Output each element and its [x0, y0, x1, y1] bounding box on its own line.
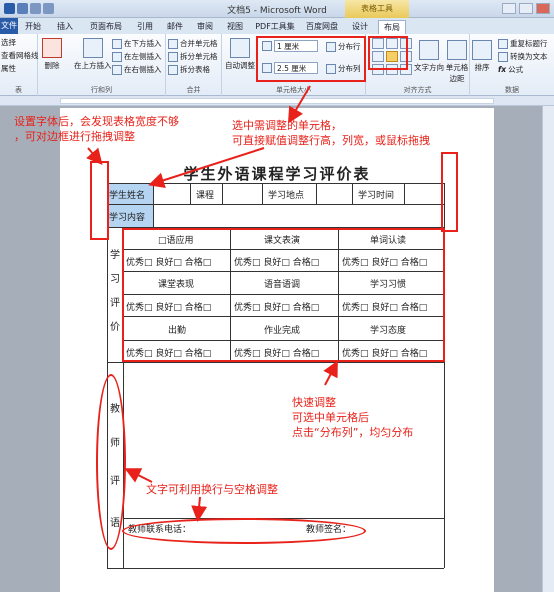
insert-right-button[interactable]: 在右侧插入: [112, 64, 162, 75]
tab-file[interactable]: 文件: [0, 18, 18, 34]
group-label-merge: 合并: [186, 86, 201, 94]
highlight-teacher-row: [122, 518, 366, 544]
split-table-button[interactable]: 拆分表格: [168, 64, 210, 75]
ribbon-tabs: 文件 开始 插入 页面布局 引用 邮件 审阅 视图 PDF工具集 百度网盘 设计…: [0, 18, 554, 34]
insert-below-button[interactable]: 在下方插入: [112, 38, 162, 49]
label-eval-2: 习: [110, 274, 120, 285]
label-eval-3: 评: [110, 298, 120, 309]
sort-icon: [472, 40, 492, 60]
close-button[interactable]: [536, 3, 550, 14]
cell-student-name: 学生姓名: [109, 191, 146, 201]
convert-text-icon: [498, 51, 508, 62]
horizontal-ruler[interactable]: [0, 96, 554, 106]
group-merge: 合并单元格 拆分单元格 拆分表格 合并: [166, 34, 222, 96]
repeat-header-icon: [498, 38, 508, 49]
annotation-distribute: 快速调整 可选中单元格后 点击“分布列”，均匀分布: [292, 396, 414, 439]
cell-course: 课程: [196, 191, 215, 201]
cell-margins-icon: [447, 40, 467, 60]
properties-button[interactable]: 属性: [1, 63, 16, 74]
insert-above-button[interactable]: 在上方插入: [74, 38, 112, 71]
insert-left-button[interactable]: 在左侧插入: [112, 51, 162, 62]
convert-to-text-button[interactable]: 转换为文本: [498, 51, 548, 62]
label-eval-1: 学: [110, 250, 120, 261]
group-label-rows-columns: 行和列: [91, 86, 112, 94]
annotation-drag-border: 设置字体后，会发现表格宽度不够 ，可对边框进行拖拽调整: [14, 115, 179, 143]
tab-insert[interactable]: 插入: [52, 20, 78, 34]
group-label-data: 数据: [505, 86, 519, 94]
group-data: 排序 重复标题行 转换为文本 fx 公式 数据: [470, 34, 554, 96]
table-tools-context-label: 表格工具: [345, 0, 409, 18]
tab-page-layout[interactable]: 页面布局: [84, 20, 128, 34]
insert-above-icon: [82, 38, 103, 58]
highlight-alignment-box: [368, 36, 408, 70]
tab-home[interactable]: 开始: [20, 20, 46, 34]
group-label-alignment: 对齐方式: [403, 86, 432, 94]
annotation-text-spacing: 文字可利用换行与空格调整: [146, 483, 278, 496]
maximize-button[interactable]: [519, 3, 533, 14]
select-button[interactable]: 选择: [1, 37, 16, 48]
tab-references[interactable]: 引用: [132, 20, 158, 34]
split-cells-icon: [168, 51, 178, 62]
highlight-right-border: [441, 152, 458, 232]
group-label-cell-size: 单元格大小: [276, 86, 311, 94]
formula-icon: fx: [498, 65, 507, 74]
insert-below-icon: [112, 38, 122, 49]
text-direction-button[interactable]: 文字方向: [414, 40, 444, 73]
sort-button[interactable]: 排序: [472, 40, 492, 73]
window-controls: [502, 3, 550, 14]
minimize-button[interactable]: [502, 3, 516, 14]
document-title: 学生外语课程学习评价表: [183, 165, 371, 183]
delete-table-icon: [42, 38, 62, 58]
title-bar: 文档5 - Microsoft Word 表格工具: [0, 0, 554, 18]
tab-pdf-tools[interactable]: PDF工具集: [252, 20, 298, 34]
highlight-cell-size-box: [256, 36, 366, 82]
highlight-teacher-label: [96, 374, 126, 550]
text-direction-icon: [419, 40, 439, 60]
group-table: 选择 查看网格线 属性 表: [0, 34, 39, 96]
vertical-scrollbar[interactable]: [542, 106, 554, 592]
highlight-eval-cells: [122, 228, 445, 362]
repeat-header-button[interactable]: 重复标题行: [498, 38, 548, 49]
tab-baidu-netdisk[interactable]: 百度网盘: [302, 20, 342, 34]
autofit-icon: [230, 38, 250, 58]
tab-review[interactable]: 审阅: [192, 20, 218, 34]
formula-button[interactable]: fx 公式: [498, 64, 523, 75]
split-table-icon: [168, 64, 178, 75]
label-eval-4: 价: [110, 322, 120, 333]
tab-table-design[interactable]: 设计: [346, 20, 374, 34]
view-gridlines-button[interactable]: 查看网格线: [1, 50, 39, 61]
insert-right-icon: [112, 64, 122, 75]
cell-time: 学习时间: [358, 191, 395, 201]
merge-cells-button[interactable]: 合并单元格: [168, 38, 218, 49]
highlight-left-border: [90, 161, 109, 240]
insert-left-icon: [112, 51, 122, 62]
annotation-adjust-cell: 选中需调整的单元格， 可直接赋值调整行高，列宽，或鼠标拖拽: [232, 119, 430, 147]
cell-margins-button[interactable]: 单元格边距: [444, 40, 470, 84]
group-rows-columns: 删除 在上方插入 在下方插入 在左侧插入 在右侧插入 行和列: [38, 34, 166, 96]
window-title: 文档5 - Microsoft Word: [227, 6, 327, 16]
split-cells-button[interactable]: 拆分单元格: [168, 51, 218, 62]
delete-button[interactable]: 删除: [42, 38, 62, 71]
tab-mailings[interactable]: 邮件: [162, 20, 188, 34]
merge-cells-icon: [168, 38, 178, 49]
cell-content: 学习内容: [109, 213, 146, 223]
cell-location: 学习地点: [268, 191, 305, 201]
tab-view[interactable]: 视图: [222, 20, 248, 34]
group-label-table: 表: [15, 86, 22, 94]
autofit-button[interactable]: 自动调整: [225, 38, 255, 71]
tab-table-layout[interactable]: 布局: [378, 20, 406, 34]
